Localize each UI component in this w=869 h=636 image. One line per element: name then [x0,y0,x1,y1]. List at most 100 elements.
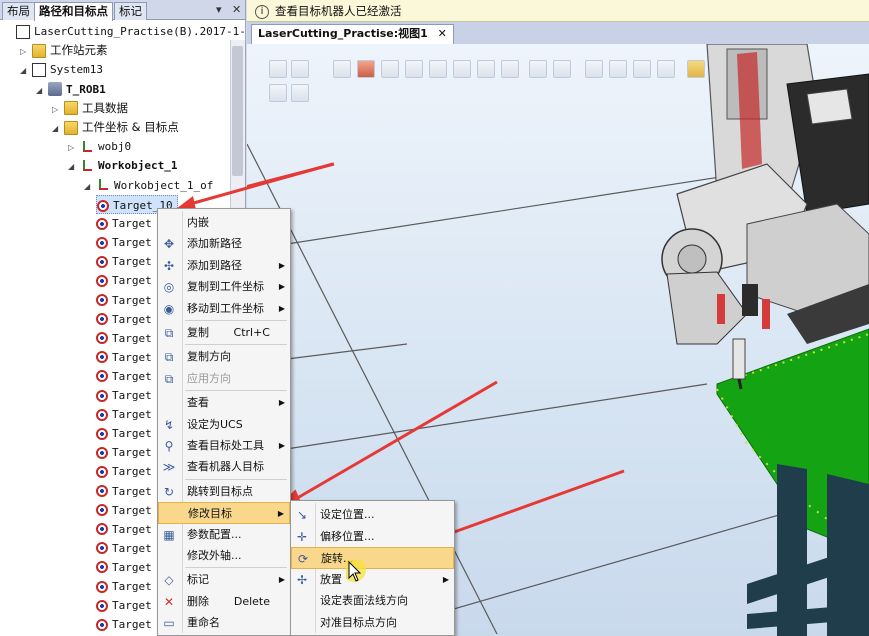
target-icon [96,274,108,287]
menu-item[interactable]: ⟳ 旋转... [291,547,454,570]
target-node[interactable]: Target [96,501,152,520]
menu-item[interactable]: 查看 ▶ [158,392,290,414]
tree-node-label: 工件坐标 & 目标点 [82,120,179,134]
tree-node[interactable]: ▷ 工具数据 [52,99,128,118]
tree-node[interactable]: ▷ wobj0 [68,137,131,156]
ucs-icon: ↯ [163,417,175,432]
copy-icon: ⧉ [164,326,174,340]
target-label: Target [112,599,152,613]
target-label: Target [112,484,152,498]
folder-icon [64,101,78,116]
menu-item[interactable]: 设定表面法线方向 [291,590,454,612]
scrollbar-thumb[interactable] [232,46,243,176]
target-icon [96,561,108,574]
tab-view1[interactable]: LaserCutting_Practise:视图1 ✕ [251,24,454,44]
target-node[interactable]: Target [96,424,152,443]
target-node[interactable]: Target [96,596,152,615]
menu-item[interactable]: ⚲ 查看目标处工具 ▶ [158,435,290,457]
menu-item-label: 删除 [187,594,209,608]
target-node[interactable]: Target [96,558,152,577]
target-node[interactable]: Target [96,214,152,233]
menu-item[interactable]: 内嵌 [158,212,290,234]
target-icon [96,332,108,345]
target-icon [96,618,108,631]
config-icon: ▦ [163,527,175,542]
target-node[interactable]: Target [96,252,152,271]
rotate-icon: ⟳ [297,552,309,567]
menu-item-label: 设定表面法线方向 [320,594,408,608]
target-node[interactable]: Target [96,310,152,329]
target-label: Target [112,560,152,574]
menu-item[interactable]: 修改目标 ▶ [158,502,290,525]
close-icon[interactable]: ✕ [232,3,241,16]
menu-item-label: 修改外轴... [187,549,242,562]
target-node[interactable]: Target [96,405,152,424]
tree-node[interactable]: ◢ 工件坐标 & 目标点 [52,118,179,137]
menu-item[interactable]: ↻ 跳转到目标点 [158,481,290,503]
target-node[interactable]: Target [96,291,152,310]
tree-node[interactable]: ◢ System13 [20,60,103,79]
target-node[interactable]: Target [96,482,152,501]
apply-orient-icon: ⧉ [164,371,174,386]
target-node[interactable]: Target [96,443,152,462]
expander-icon[interactable]: ◢ [36,81,44,100]
menu-item-label: 查看机器人目标 [187,460,264,474]
menu-item[interactable]: ≫ 查看机器人目标 [158,456,290,478]
target-icon [96,408,108,421]
menu-item[interactable]: ⧉ 复制方向 [158,346,290,368]
tab-tags[interactable]: 标记 [114,2,147,20]
target-node[interactable]: Target [96,539,152,558]
close-view-icon[interactable]: ✕ [438,27,447,40]
tree-node[interactable]: ▷ 工作站元素 [20,41,108,60]
menu-item[interactable]: ✕ 删除 Delete [158,591,290,613]
menu-item[interactable]: 对准目标点方向 [291,612,454,634]
target-node[interactable]: Target [96,233,152,252]
target-node[interactable]: Target [96,329,152,348]
expander-icon[interactable]: ▷ [68,138,76,157]
pin-icon[interactable]: ▾ [216,3,222,16]
tab-paths-targets[interactable]: 路径和目标点 [34,2,113,21]
target-node[interactable]: Target [96,520,152,539]
menu-separator [185,344,287,346]
menu-item[interactable]: ↘ 设定位置... [291,504,454,526]
frame-icon [96,178,110,192]
target-node[interactable]: Target [96,615,152,634]
status-message: 查看目标机器人已经激活 [275,4,402,18]
expander-icon[interactable]: ▷ [20,42,28,61]
menu-item[interactable]: ✥ 添加新路径 [158,233,290,255]
expander-icon[interactable]: ◢ [20,61,28,80]
target-node[interactable]: Target [96,271,152,290]
menu-item[interactable]: ↯ 设定为UCS [158,414,290,436]
menu-item[interactable]: ✛ 偏移位置... [291,526,454,548]
target-node[interactable]: Target [96,386,152,405]
menu-item[interactable]: ✣ 添加到路径 ▶ [158,255,290,277]
menu-item[interactable]: ⧉ 应用方向 [158,368,290,390]
tree-node[interactable]: ◢ T_ROB1 [36,80,106,99]
menu-item-shortcut: Delete [233,594,270,608]
menu-item[interactable]: ▭ 重命名 [158,612,290,634]
menu-item[interactable]: ⧉ 复制 Ctrl+C [158,322,290,344]
menu-item-shortcut: Ctrl+C [233,326,270,339]
menu-item[interactable]: ✢ 放置 ▶ [291,569,454,591]
expander-icon[interactable]: ◢ [84,177,92,196]
expander-icon[interactable]: ▷ [52,100,60,119]
tab-layout[interactable]: 布局 [2,2,35,20]
menu-item[interactable]: ◉ 移动到工件坐标 ▶ [158,298,290,320]
folder-icon [32,43,46,58]
expander-icon[interactable]: ◢ [52,119,60,138]
target-node[interactable]: Target [96,462,152,481]
menu-item[interactable]: ◇ 标记 ▶ [158,569,290,591]
tree-node[interactable]: LaserCutting_Practise(B).2017-1-( [4,22,253,41]
target-node[interactable]: Target [96,348,152,367]
menu-item[interactable]: ▦ 参数配置... [158,524,290,546]
menu-separator [185,390,287,392]
menu-item[interactable]: 修改外轴... [158,545,290,567]
tree-node[interactable]: ◢ Workobject_1_of [84,176,213,195]
menu-item[interactable]: ◎ 复制到工件坐标 ▶ [158,276,290,298]
tree-node[interactable]: ◢ Workobject_1 [68,156,177,175]
submenu-arrow-icon: ▶ [278,260,285,270]
expander-icon[interactable]: ◢ [68,157,76,176]
target-node[interactable]: Target [96,577,152,596]
target-node[interactable]: Target [96,367,152,386]
target-icon [96,217,108,230]
